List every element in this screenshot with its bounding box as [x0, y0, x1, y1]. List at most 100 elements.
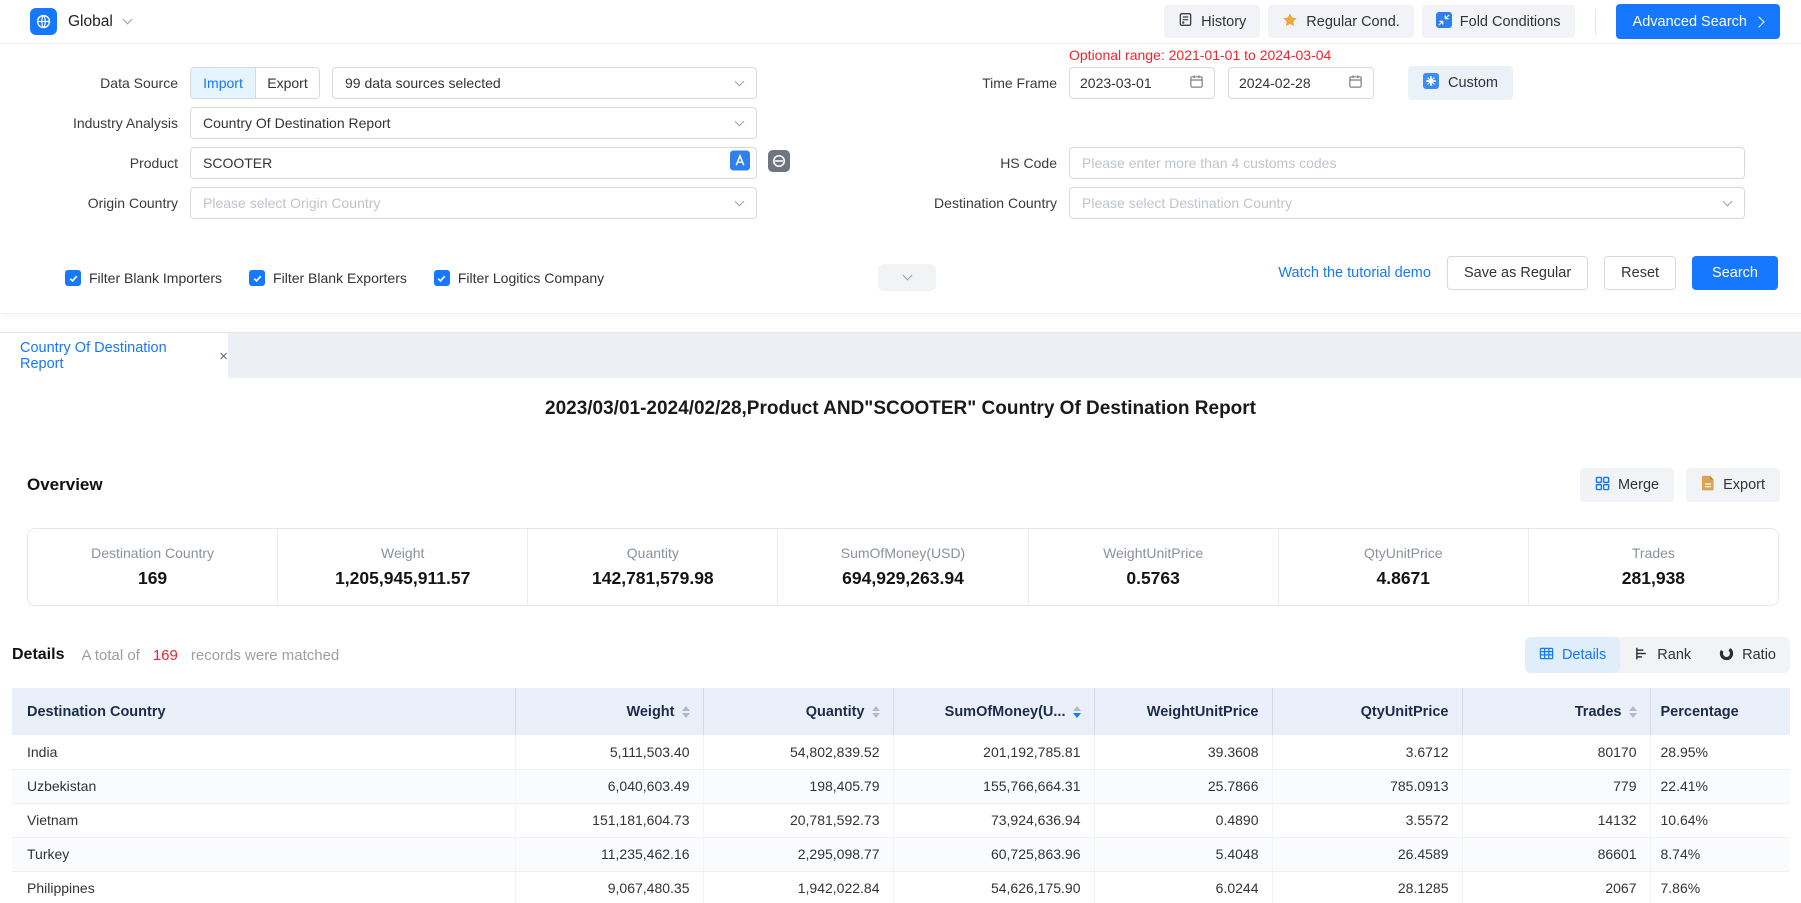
col-quantity[interactable]: Quantity — [703, 688, 893, 735]
reset-button[interactable]: Reset — [1604, 256, 1676, 290]
col-sum-of-money[interactable]: SumOfMoney(U... — [893, 688, 1094, 735]
cell-weight: 151,181,604.73 — [515, 803, 703, 837]
sort-icon[interactable] — [872, 706, 880, 718]
cell-sum: 155,766,664.31 — [893, 769, 1094, 803]
chevron-right-icon — [1753, 16, 1764, 27]
cell-trades: 2067 — [1462, 871, 1650, 903]
overview-header-row: Overview Merge Export — [27, 468, 1780, 502]
details-heading: Details — [12, 646, 64, 664]
stat-label: Trades — [1632, 545, 1675, 561]
save-as-regular-button[interactable]: Save as Regular — [1447, 256, 1588, 290]
view-ratio-button[interactable]: Ratio — [1705, 637, 1790, 673]
product-label: Product — [0, 155, 190, 171]
col-weight-unit-price: WeightUnitPrice — [1094, 688, 1272, 735]
sort-icon-desc-active[interactable] — [1073, 706, 1081, 718]
stat-value: 0.5763 — [1126, 568, 1180, 589]
overview-actions: Merge Export — [1580, 468, 1780, 502]
tutorial-link[interactable]: Watch the tutorial demo — [1278, 265, 1431, 281]
col-weight[interactable]: Weight — [515, 688, 703, 735]
history-button[interactable]: History — [1164, 5, 1260, 38]
advanced-search-label: Advanced Search — [1633, 14, 1747, 30]
calendar-icon — [1348, 74, 1363, 92]
stat-destination-country: Destination Country 169 — [28, 529, 277, 605]
product-match-icon[interactable] — [768, 150, 790, 177]
stat-value: 1,205,945,911.57 — [335, 568, 470, 589]
view-rank-button[interactable]: Rank — [1620, 637, 1705, 673]
search-form: Optional range: 2021-01-01 to 2024-03-04… — [0, 44, 1801, 314]
sort-icon[interactable] — [1629, 706, 1637, 718]
hs-code-input[interactable] — [1069, 147, 1745, 179]
details-header-row: Details A total of 169 records were matc… — [12, 636, 1790, 674]
view-details-button[interactable]: Details — [1525, 637, 1620, 673]
chevron-down-icon — [902, 271, 912, 281]
stat-value: 142,781,579.98 — [592, 568, 714, 589]
advanced-search-button[interactable]: Advanced Search — [1616, 4, 1780, 39]
sort-icon[interactable] — [682, 706, 690, 718]
globe-icon — [30, 8, 57, 35]
stat-value: 694,929,263.94 — [842, 568, 964, 589]
table-row[interactable]: Philippines 9,067,480.35 1,942,022.84 54… — [12, 871, 1790, 903]
table-row[interactable]: Vietnam 151,181,604.73 20,781,592.73 73,… — [12, 803, 1790, 837]
collapse-conditions-button[interactable] — [878, 264, 936, 291]
industry-analysis-select[interactable]: Country Of Destination Report — [190, 107, 757, 139]
origin-country-select[interactable]: Please select Origin Country — [190, 187, 757, 219]
data-source-field: Import Export 99 data sources selected — [190, 67, 757, 99]
import-tab[interactable]: Import — [191, 68, 255, 98]
cell-weight-unit-price: 6.0244 — [1094, 871, 1272, 903]
col-qty-unit-price: QtyUnitPrice — [1272, 688, 1462, 735]
export-tab[interactable]: Export — [255, 68, 319, 98]
end-date-input[interactable]: 2024-02-28 — [1228, 67, 1374, 99]
tab-country-of-destination-report[interactable]: Country Of Destination Report × — [0, 333, 228, 379]
cell-weight-unit-price: 0.4890 — [1094, 803, 1272, 837]
table-row[interactable]: Uzbekistan 6,040,603.49 198,405.79 155,7… — [12, 769, 1790, 803]
stat-quantity: Quantity 142,781,579.98 — [527, 529, 777, 605]
view-details-label: Details — [1562, 647, 1606, 663]
donut-icon — [1719, 646, 1734, 665]
time-frame-field: 2023-03-01 2024-02-28 Custom — [1069, 66, 1745, 100]
custom-range-button[interactable]: Custom — [1408, 66, 1513, 100]
merge-icon — [1595, 476, 1610, 495]
col-percentage: Percentage — [1650, 688, 1790, 735]
stat-weight-unit-price: WeightUnitPrice 0.5763 — [1028, 529, 1278, 605]
cell-percentage: 28.95% — [1650, 735, 1790, 769]
stat-label: Destination Country — [91, 545, 214, 561]
history-label: History — [1201, 14, 1246, 30]
start-date-input[interactable]: 2023-03-01 — [1069, 67, 1215, 99]
view-switcher: Details Rank Ratio — [1525, 637, 1790, 673]
rank-icon — [1634, 646, 1649, 665]
chevron-down-icon — [122, 15, 132, 25]
col-destination-country: Destination Country — [12, 688, 515, 735]
end-date-value: 2024-02-28 — [1239, 75, 1311, 91]
checkbox-filter-logitics-company[interactable]: Filter Logitics Company — [434, 270, 604, 286]
fold-conditions-button[interactable]: Fold Conditions — [1422, 5, 1575, 38]
table-row[interactable]: India 5,111,503.40 54,802,839.52 201,192… — [12, 735, 1790, 769]
industry-analysis-label: Industry Analysis — [0, 115, 190, 131]
checkbox-checked-icon — [249, 270, 265, 286]
details-total-suffix: records were matched — [191, 647, 339, 664]
stat-value: 4.8671 — [1377, 568, 1431, 589]
filter-checkbox-group: Filter Blank Importers Filter Blank Expo… — [0, 270, 604, 286]
regular-cond-label: Regular Cond. — [1306, 14, 1400, 30]
cell-percentage: 8.74% — [1650, 837, 1790, 871]
data-source-toggle: Import Export — [190, 67, 320, 99]
merge-button[interactable]: Merge — [1580, 468, 1674, 502]
data-source-select[interactable]: 99 data sources selected — [332, 67, 757, 99]
regular-cond-button[interactable]: Regular Cond. — [1268, 5, 1414, 38]
search-button[interactable]: Search — [1692, 256, 1778, 290]
export-button[interactable]: Export — [1686, 468, 1780, 502]
translate-icon[interactable] — [730, 151, 750, 176]
checkbox-filter-blank-exporters[interactable]: Filter Blank Exporters — [249, 270, 407, 286]
cell-weight: 6,040,603.49 — [515, 769, 703, 803]
checkbox-filter-blank-importers[interactable]: Filter Blank Importers — [65, 270, 222, 286]
cell-qty-unit-price: 785.0913 — [1272, 769, 1462, 803]
col-trades[interactable]: Trades — [1462, 688, 1650, 735]
region-switcher[interactable]: Global — [0, 8, 131, 35]
checkbox-label: Filter Logitics Company — [458, 270, 604, 286]
destination-country-select[interactable]: Please select Destination Country — [1069, 187, 1745, 219]
stat-value: 169 — [138, 568, 167, 589]
table-row[interactable]: Turkey 11,235,462.16 2,295,098.77 60,725… — [12, 837, 1790, 871]
cell-weight: 11,235,462.16 — [515, 837, 703, 871]
tab-close-icon[interactable]: × — [219, 349, 228, 364]
stat-weight: Weight 1,205,945,911.57 — [277, 529, 527, 605]
product-input[interactable] — [190, 147, 757, 179]
